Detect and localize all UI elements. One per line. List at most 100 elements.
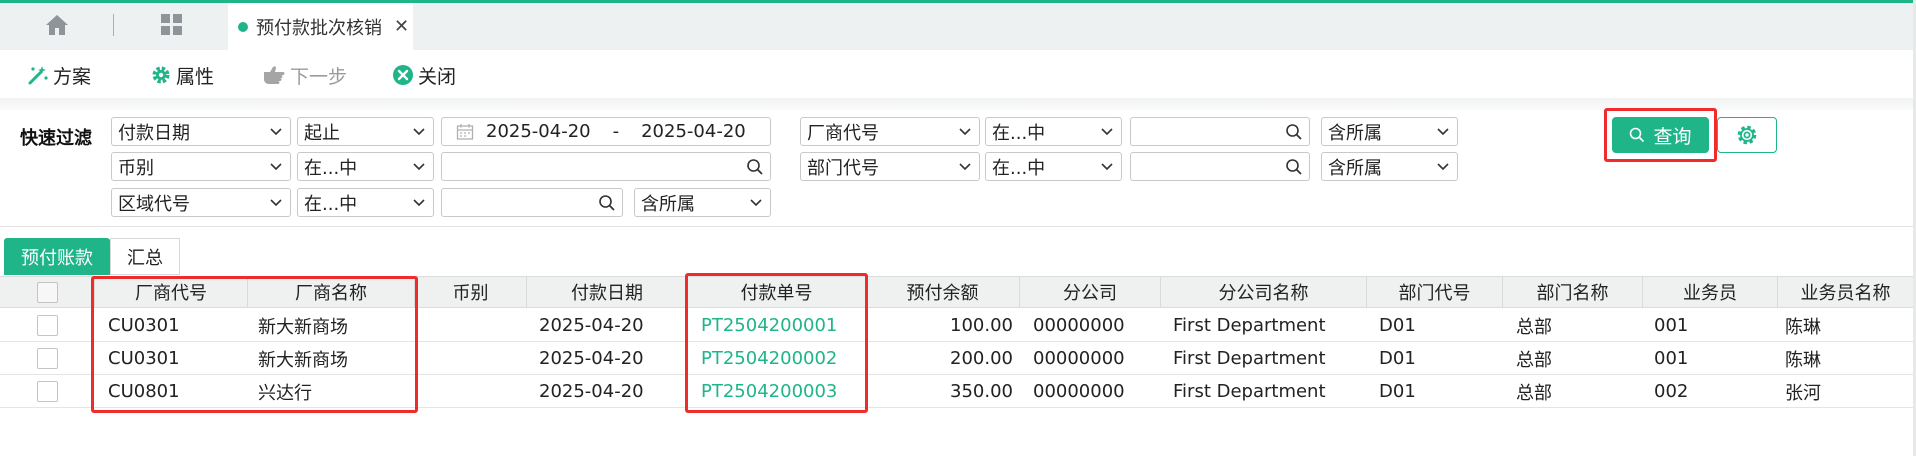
- cell-department-name: 总部: [1516, 382, 1552, 404]
- close-label: 关闭: [418, 65, 457, 88]
- chevron-down-icon: [1101, 128, 1113, 136]
- cell-branch-name: First Department: [1173, 381, 1326, 402]
- currency-input[interactable]: [441, 152, 771, 181]
- chevron-down-icon: [270, 199, 282, 207]
- date-from: 2025-04-20: [486, 121, 591, 142]
- cell-department-code: D01: [1379, 381, 1416, 402]
- calendar-icon: [456, 123, 474, 140]
- cell-vendor-code: CU0801: [108, 381, 180, 402]
- col-header-prepaid-balance[interactable]: 预付余额: [866, 276, 1020, 308]
- row-checkbox[interactable]: [37, 381, 58, 402]
- filter-operator-select-right-1[interactable]: 在...中: [985, 117, 1122, 146]
- col-header-branch-name[interactable]: 分公司名称: [1161, 276, 1367, 308]
- date-separator: -: [612, 121, 620, 142]
- cell-payment-date: 2025-04-20: [539, 381, 644, 402]
- filter-field-select-3[interactable]: 区域代号: [111, 188, 291, 217]
- filter-operator-select-3[interactable]: 在...中: [297, 188, 434, 217]
- tab-summary[interactable]: 汇总: [110, 238, 180, 275]
- filter-field-value: 区域代号: [118, 193, 190, 215]
- close-button[interactable]: 关闭: [392, 62, 456, 88]
- row-checkbox[interactable]: [37, 348, 58, 369]
- row-checkbox-cell: [37, 375, 58, 408]
- col-header-payment-number[interactable]: 付款单号: [688, 276, 866, 308]
- cell-salesperson: 002: [1654, 381, 1689, 402]
- filter-field-select-1[interactable]: 付款日期: [111, 117, 291, 146]
- tab-prepaid-accounts[interactable]: 预付账款: [4, 238, 110, 275]
- search-icon[interactable]: [1285, 123, 1303, 141]
- filter-field-select-right-1[interactable]: 厂商代号: [800, 117, 980, 146]
- search-icon[interactable]: [1285, 158, 1303, 176]
- select-all-checkbox[interactable]: [36, 281, 58, 303]
- cell-department-code: D01: [1379, 348, 1416, 369]
- pointing-hand-icon: [264, 66, 285, 84]
- col-header-branch[interactable]: 分公司: [1020, 276, 1161, 308]
- region-code-input[interactable]: [441, 188, 623, 217]
- cell-salesperson-name: 陈琳: [1785, 316, 1821, 338]
- col-header-payment-date[interactable]: 付款日期: [527, 276, 688, 308]
- close-tab-icon[interactable]: ✕: [394, 16, 409, 37]
- col-header-vendor-code[interactable]: 厂商代号: [95, 276, 248, 308]
- properties-button[interactable]: 属性: [150, 62, 214, 88]
- tab-prepayment-batch-writeoff[interactable]: 预付款批次核销 ✕: [228, 3, 413, 50]
- gear-icon: [1737, 125, 1757, 145]
- chevron-down-icon: [1437, 128, 1449, 136]
- filter-field-value: 付款日期: [118, 122, 190, 144]
- chevron-down-icon: [750, 199, 762, 207]
- filter-operator-select-1[interactable]: 起止: [297, 117, 434, 146]
- filter-field-value: 币别: [118, 157, 154, 179]
- col-header-salesperson[interactable]: 业务员: [1643, 276, 1778, 308]
- date-range-picker[interactable]: 2025-04-20 - 2025-04-20: [441, 117, 771, 146]
- col-header-currency[interactable]: 币别: [415, 276, 527, 308]
- cell-salesperson: 001: [1654, 315, 1689, 336]
- tab-divider: [113, 14, 114, 36]
- search-icon[interactable]: [598, 194, 616, 212]
- cell-prepaid-balance: 100.00: [950, 315, 1013, 336]
- cell-branch: 00000000: [1033, 381, 1125, 402]
- query-label: 查询: [1653, 125, 1692, 148]
- scope-select-3[interactable]: 含所属: [634, 188, 771, 217]
- row-checkbox[interactable]: [37, 315, 58, 336]
- filter-field-value: 厂商代号: [807, 122, 879, 144]
- cell-branch-name: First Department: [1173, 315, 1326, 336]
- filter-settings-button[interactable]: [1717, 117, 1777, 153]
- apps-grid-icon[interactable]: [158, 11, 186, 39]
- query-button[interactable]: 查询: [1612, 117, 1709, 153]
- filter-field-select-right-2[interactable]: 部门代号: [800, 152, 980, 181]
- search-icon[interactable]: [746, 158, 764, 176]
- close-circle-icon: [393, 65, 413, 85]
- row-checkbox-cell: [37, 342, 58, 375]
- cell-payment-number-link[interactable]: PT2504200003: [701, 375, 837, 408]
- vendor-code-input[interactable]: [1130, 117, 1310, 146]
- filter-operator-value: 在...中: [992, 157, 1046, 179]
- scope-value: 含所属: [641, 193, 695, 215]
- scope-select-right-1[interactable]: 含所属: [1321, 117, 1458, 146]
- cell-department-code: D01: [1379, 315, 1416, 336]
- cell-vendor-name: 兴达行: [258, 382, 312, 404]
- filter-operator-value: 在...中: [992, 122, 1046, 144]
- col-header-salesperson-name[interactable]: 业务员名称: [1778, 276, 1913, 308]
- scope-value: 含所属: [1328, 122, 1382, 144]
- row-checkbox-cell: [37, 309, 58, 342]
- col-header-vendor-name[interactable]: 厂商名称: [248, 276, 415, 308]
- chevron-down-icon: [1437, 163, 1449, 171]
- cell-vendor-name: 新大新商场: [258, 349, 348, 371]
- cell-branch: 00000000: [1033, 348, 1125, 369]
- filter-operator-value: 在...中: [304, 193, 358, 215]
- cell-payment-number-link[interactable]: PT2504200002: [701, 342, 837, 375]
- col-header-department-code[interactable]: 部门代号: [1367, 276, 1503, 308]
- next-step-button[interactable]: 下一步: [262, 62, 347, 88]
- scope-select-right-2[interactable]: 含所属: [1321, 152, 1458, 181]
- properties-label: 属性: [176, 65, 215, 88]
- chevron-down-icon: [413, 163, 425, 171]
- chevron-down-icon: [270, 163, 282, 171]
- cell-prepaid-balance: 200.00: [950, 348, 1013, 369]
- filter-operator-select-right-2[interactable]: 在...中: [985, 152, 1122, 181]
- filter-operator-select-2[interactable]: 在...中: [297, 152, 434, 181]
- col-header-department-name[interactable]: 部门名称: [1503, 276, 1643, 308]
- filter-field-select-2[interactable]: 币别: [111, 152, 291, 181]
- magic-wand-icon: [28, 66, 48, 85]
- scheme-button[interactable]: 方案: [27, 62, 91, 88]
- department-code-input[interactable]: [1130, 152, 1310, 181]
- cell-payment-number-link[interactable]: PT2504200001: [701, 309, 837, 342]
- home-icon[interactable]: [42, 10, 72, 40]
